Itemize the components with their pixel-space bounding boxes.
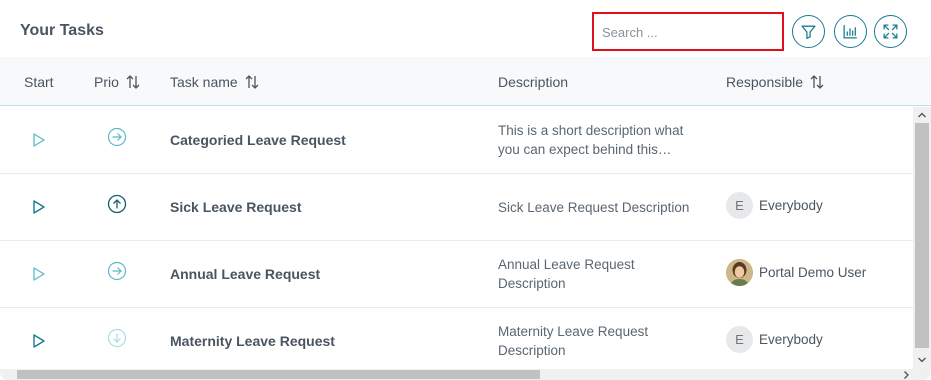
column-task-name[interactable]: Task name (170, 74, 260, 90)
avatar: E (726, 326, 753, 353)
filter-icon (801, 25, 816, 40)
play-icon[interactable] (31, 131, 47, 149)
search-box[interactable] (592, 12, 784, 51)
scroll-down-icon[interactable] (917, 355, 927, 365)
responsible: E Everybody (726, 192, 823, 219)
sort-icon[interactable] (809, 74, 825, 90)
filter-button[interactable] (792, 15, 825, 48)
avatar (726, 259, 753, 286)
expand-icon (883, 24, 898, 39)
tasks-panel: Your Tasks Start Prio Task name Descript… (0, 0, 931, 380)
scroll-up-icon[interactable] (917, 110, 927, 120)
responsible: Portal Demo User (726, 259, 866, 286)
search-input[interactable] (602, 23, 772, 41)
column-responsible[interactable]: Responsible (726, 74, 825, 90)
task-name[interactable]: Categoried Leave Request (170, 132, 346, 148)
responsible: E Everybody (726, 326, 823, 353)
avatar: E (726, 192, 753, 219)
column-start: Start (24, 74, 54, 90)
table-header: Start Prio Task name Description Respons… (0, 57, 931, 106)
task-name[interactable]: Sick Leave Request (170, 199, 302, 215)
horizontal-scrollbar[interactable] (0, 369, 931, 380)
scrollbar-thumb[interactable] (17, 370, 540, 379)
sort-icon[interactable] (244, 74, 260, 90)
arrow-right-circle-icon (107, 261, 127, 281)
sort-icon[interactable] (125, 74, 141, 90)
task-description: Sick Leave Request Description (498, 200, 690, 215)
scrollbar-thumb[interactable] (915, 123, 929, 348)
task-name[interactable]: Maternity Leave Request (170, 333, 335, 349)
column-description: Description (498, 74, 569, 90)
task-description: Annual Leave Request Description (498, 257, 635, 291)
scroll-right-icon[interactable] (901, 370, 911, 380)
task-name[interactable]: Annual Leave Request (170, 266, 320, 282)
play-icon[interactable] (31, 198, 47, 216)
task-description: This is a short description what you can… (498, 123, 684, 157)
page-title: Your Tasks (20, 22, 104, 39)
arrow-right-circle-icon (107, 127, 127, 147)
arrow-up-circle-icon (107, 194, 127, 214)
expand-button[interactable] (874, 15, 907, 48)
column-prio[interactable]: Prio (94, 74, 141, 90)
play-icon[interactable] (31, 265, 47, 283)
vertical-scrollbar[interactable] (913, 107, 931, 369)
statistics-button[interactable] (834, 15, 867, 48)
play-icon[interactable] (31, 332, 47, 350)
task-description: Maternity Leave Request Description (498, 324, 649, 358)
arrow-down-circle-icon (107, 328, 127, 348)
chart-icon (843, 25, 857, 39)
table-body: Categoried Leave Request This is a short… (0, 107, 913, 369)
table-row[interactable]: Sick Leave Request Sick Leave Request De… (0, 174, 913, 241)
table-row[interactable]: Maternity Leave Request Maternity Leave … (0, 308, 913, 369)
table-row[interactable]: Categoried Leave Request This is a short… (0, 107, 913, 174)
table-row[interactable]: Annual Leave Request Annual Leave Reques… (0, 241, 913, 308)
